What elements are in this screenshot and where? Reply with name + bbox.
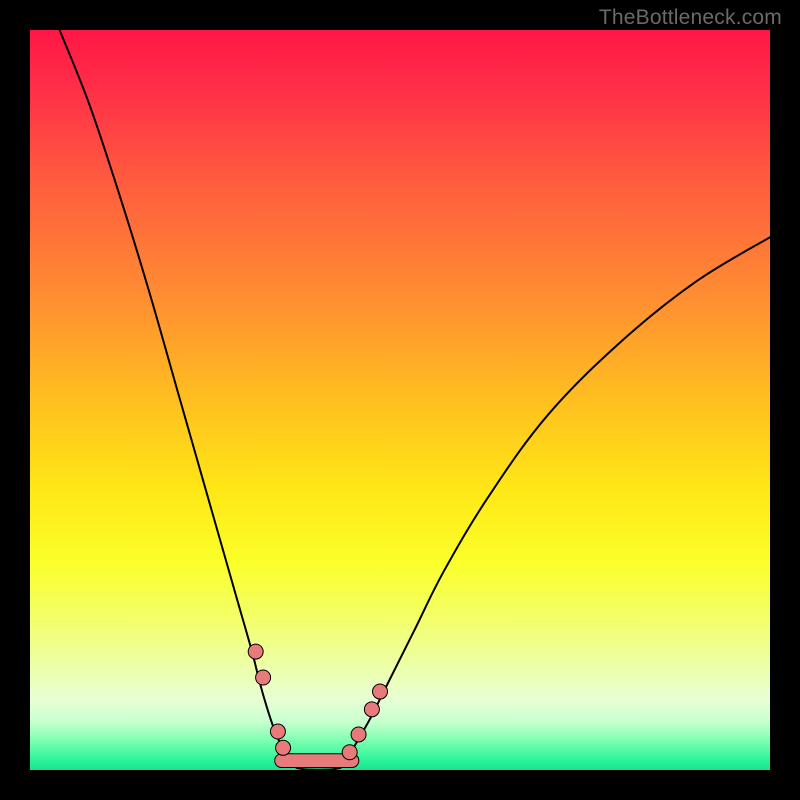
- data-beads-0: [248, 644, 263, 659]
- chart-curves: [30, 30, 770, 770]
- data-beads-6: [364, 702, 379, 717]
- chart-frame: TheBottleneck.com: [0, 0, 800, 800]
- data-beads-1: [256, 670, 271, 685]
- data-beads-4: [342, 745, 357, 760]
- plot-area: [30, 30, 770, 770]
- right-branch-curve: [341, 237, 770, 766]
- data-beads-3: [276, 740, 291, 755]
- watermark-text: TheBottleneck.com: [599, 6, 782, 30]
- data-beads-7: [373, 684, 388, 699]
- joined-profile: [296, 768, 340, 770]
- data-beads-5: [351, 727, 366, 742]
- data-beads-2: [270, 724, 285, 739]
